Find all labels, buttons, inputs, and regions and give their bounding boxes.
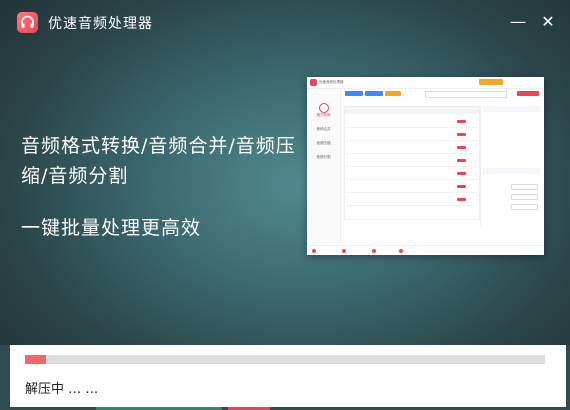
headphones-icon	[21, 15, 34, 28]
minimize-icon[interactable]: —	[508, 12, 528, 32]
progress-bar	[25, 355, 545, 364]
close-icon[interactable]: ✕	[538, 12, 558, 32]
status-text: 解压中 … …	[25, 382, 99, 397]
promo-subline: 一键批量处理更高效	[21, 217, 202, 239]
app-preview-image: 优速音频处理器 格式转换 音频合并 音频压缩 音频分割	[307, 77, 544, 255]
promo-headline: 音频格式转换/音频合并/音频压缩/音频分割	[21, 135, 296, 187]
title-bar: 优速音频处理器 — ✕	[0, 0, 570, 44]
progress-bar-fill	[25, 355, 46, 364]
window-title: 优速音频处理器	[48, 16, 153, 32]
splash-background: 优速音频处理器 — ✕ 音频格式转换/音频合并/音频压缩/音频分割 一键批量处理…	[0, 0, 570, 345]
app-logo	[17, 12, 38, 33]
loading-panel: 解压中 … …	[10, 345, 566, 407]
